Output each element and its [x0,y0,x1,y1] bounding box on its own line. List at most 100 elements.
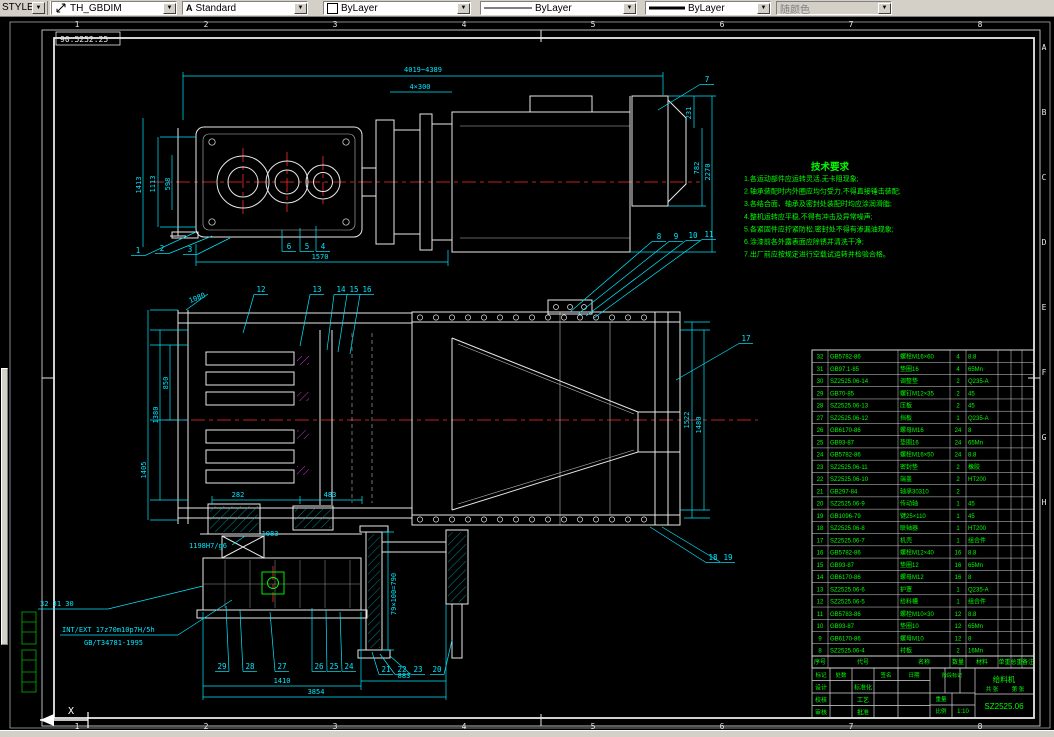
svg-text:GB6170-86: GB6170-86 [830,636,861,642]
svg-text:1: 1 [956,514,960,520]
svg-text:11: 11 [817,612,824,618]
svg-text:1: 1 [956,502,960,508]
textstyle-combo[interactable]: A Standard ▼ [182,1,308,15]
svg-text:9: 9 [818,636,822,642]
drawing-frame [10,22,1050,728]
svg-text:1: 1 [956,416,960,422]
svg-text:总重: 总重 [1010,658,1022,666]
svg-text:橡胶: 橡胶 [968,463,980,471]
svg-text:螺栓M16×60: 螺栓M16×60 [900,353,935,361]
dimstyle-dropdown-arrow-icon[interactable]: ▼ [163,3,176,14]
svg-text:5: 5 [305,242,310,251]
svg-text:8: 8 [978,20,983,29]
svg-text:45: 45 [968,391,975,397]
lineweight-dropdown-arrow-icon[interactable]: ▼ [757,3,770,14]
svg-text:螺钉M12×35: 螺钉M12×35 [900,389,935,397]
svg-text:备注: 备注 [1022,658,1034,666]
svg-text:9: 9 [674,232,679,241]
svg-text:SZ2525.06-13: SZ2525.06-13 [830,404,869,410]
svg-text:18: 18 [817,526,824,532]
svg-text:GB93-87: GB93-87 [830,624,855,630]
plotstyle-combo: 随颜色 ▼ [776,1,892,15]
tb-count-label: 处数 [835,671,847,679]
linetype-dropdown-arrow-icon[interactable]: ▼ [623,3,636,14]
svg-text:垫圈16: 垫圈16 [900,438,919,446]
svg-text:B: B [1042,108,1047,117]
dimstyle-combo[interactable]: TH_GBDIM ▼ [51,1,177,15]
svg-text:SZ2525.06-9: SZ2525.06-9 [830,502,865,508]
svg-text:28: 28 [245,662,255,671]
svg-text:7: 7 [705,75,710,84]
svg-text:4: 4 [956,367,960,373]
svg-text:24: 24 [344,662,354,671]
tb-craft-label: 工艺 [857,696,869,704]
drawing-viewport[interactable]: 1122334455667788ABCDEFGH 4019~43894×3001… [0,16,1054,737]
style-dropdown-arrow-button[interactable]: ▼ [32,2,45,14]
svg-text:名称: 名称 [918,658,930,666]
svg-text:调整垫: 调整垫 [900,377,918,385]
svg-text:D: D [1042,238,1047,247]
svg-text:螺栓M12×40: 螺栓M12×40 [900,549,935,557]
horizontal-scrollbar[interactable] [0,730,1054,737]
svg-text:1: 1 [956,587,960,593]
vertical-scrollbar[interactable] [1,368,8,645]
svg-text:GB5783-86: GB5783-86 [830,612,861,618]
svg-text:11: 11 [704,230,713,239]
dimension-style-icon [55,2,67,14]
lineweight-sample-icon [649,4,685,12]
tb-sheet-total: 共 张 [986,685,999,693]
textstyle-dropdown-arrow-icon[interactable]: ▼ [294,3,307,14]
svg-text:2: 2 [956,649,960,655]
color-swatch-icon [327,3,338,14]
svg-text:17: 17 [741,334,750,343]
svg-text:231: 231 [685,107,693,120]
svg-text:4: 4 [956,355,960,361]
svg-text:27: 27 [277,662,286,671]
svg-text:3854: 3854 [308,688,325,696]
svg-text:GB97.1-85: GB97.1-85 [830,367,860,373]
svg-text:2: 2 [956,404,960,410]
svg-text:SZ2525.06-6: SZ2525.06-6 [830,587,865,593]
svg-text:19: 19 [817,514,824,520]
svg-text:1380: 1380 [152,407,160,424]
svg-text:1: 1 [956,538,960,544]
svg-text:25: 25 [817,440,824,446]
svg-text:30: 30 [817,379,824,385]
svg-text:F: F [1042,368,1047,377]
svg-text:GB70-85: GB70-85 [830,391,855,397]
ucs-x-axis-label: X [68,706,74,717]
svg-text:传动轴: 传动轴 [900,500,918,508]
svg-text:23: 23 [413,665,422,674]
svg-text:12: 12 [955,636,962,642]
svg-text:4019~4389: 4019~4389 [404,66,442,74]
svg-text:25: 25 [329,662,338,671]
svg-text:2: 2 [956,379,960,385]
svg-text:45: 45 [968,514,975,520]
svg-text:A: A [1042,43,1047,52]
ucs-icon: X [40,706,88,728]
svg-text:8: 8 [818,649,822,655]
lineweight-combo[interactable]: ByLayer ▼ [645,1,771,15]
linetype-value: ByLayer [535,3,621,14]
technical-requirements-block: 技术要求 1.各运动部件应运转灵活,无卡阻现象;2.轴承装配时内外圈应均匀受力,… [744,161,901,259]
tb-mark-label: 标记 [815,671,827,679]
tb-sign-label: 签名 [880,671,891,679]
textstyle-value: Standard [196,3,293,14]
color-dropdown-arrow-icon[interactable]: ▼ [457,3,470,14]
svg-text:20: 20 [432,665,442,674]
svg-text:1522: 1522 [683,412,691,429]
svg-text:单重: 单重 [998,658,1010,666]
linetype-combo[interactable]: ByLayer ▼ [480,1,637,15]
item-balloon-callouts: 1236547891011121314151617181920212223242… [131,75,753,675]
svg-text:螺母M16: 螺母M16 [900,426,924,434]
svg-text:1: 1 [956,526,960,532]
hatch-areas [210,356,466,648]
color-combo[interactable]: ByLayer ▼ [323,1,471,15]
svg-text:2: 2 [204,20,209,29]
svg-text:13: 13 [817,587,824,593]
svg-text:483: 483 [324,491,337,499]
svg-text:螺母M10: 螺母M10 [900,634,924,642]
svg-text:7.出厂前应按规定进行空载试运转并检验合格。: 7.出厂前应按规定进行空载试运转并检验合格。 [744,250,890,259]
svg-text:1480: 1480 [695,417,703,434]
svg-text:3.各结合面、轴承及密封处装配时均应涂润滑脂;: 3.各结合面、轴承及密封处装配时均应涂润滑脂; [744,199,892,208]
